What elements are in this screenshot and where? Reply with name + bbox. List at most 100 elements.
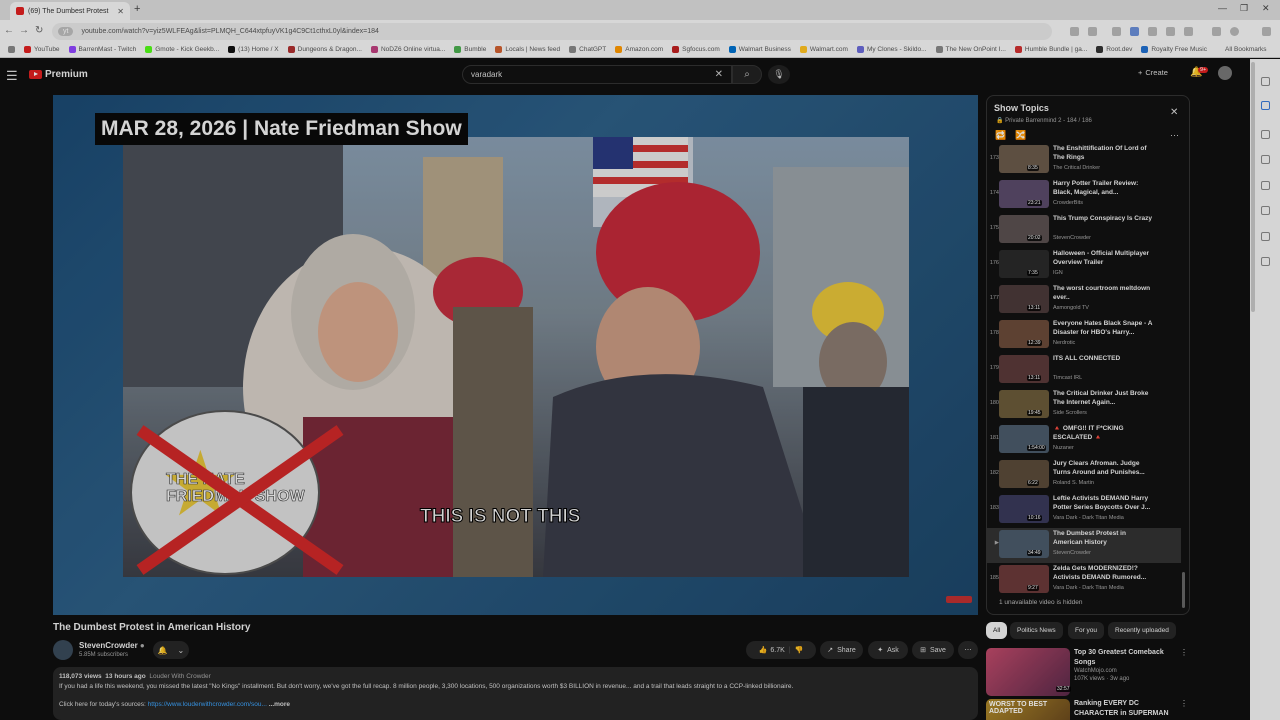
profile-icon[interactable] <box>1230 27 1239 36</box>
playlist-item[interactable]: 178 12:39 Everyone Hates Black Snape - A D… <box>987 318 1181 353</box>
recommended-title[interactable]: Ranking EVERY DC CHARACTER in SUPERMAN b… <box>1074 699 1182 720</box>
side-panel-icon[interactable] <box>1261 232 1270 241</box>
playlist-scrollbar[interactable] <box>1182 572 1185 608</box>
back-icon[interactable]: ← <box>4 25 14 36</box>
bookmark-item[interactable]: The New OnPoint I... <box>935 46 1006 53</box>
url-bar[interactable]: yt youtube.com/watch?v=yiz5WLFEAg&list=P… <box>52 23 1052 40</box>
side-panel-icon[interactable] <box>1261 181 1270 190</box>
playlist-item-title[interactable]: Halloween - Official Multiplayer Overvie… <box>1053 250 1157 268</box>
chip-all[interactable]: All <box>986 622 1008 639</box>
more-dots-icon[interactable]: ⋮ <box>1180 648 1188 657</box>
playlist-item-thumbnail[interactable] <box>999 145 1049 173</box>
playlist-item-title[interactable]: Zelda Gets MODERNIZED!? Activists DEMAND… <box>1053 565 1157 583</box>
bookmark-item[interactable]: Locals | News feed <box>495 46 560 53</box>
all-bookmarks-button[interactable]: All Bookmarks <box>1225 46 1267 53</box>
bookmark-item[interactable]: ChatGPT <box>569 46 606 53</box>
install-icon[interactable] <box>1070 27 1079 36</box>
playlist-item-thumbnail[interactable] <box>999 460 1049 488</box>
save-button[interactable]: ⊞ Save <box>912 641 954 659</box>
loop-icon[interactable]: 🔁 <box>995 130 1006 141</box>
recommended-video[interactable]: WORST TO BEST ADAPTED Ranking EVERY DC C… <box>986 699 1196 720</box>
bookmarks-apps-icon[interactable] <box>8 46 15 53</box>
side-panel-icon[interactable] <box>1261 130 1270 139</box>
subscribe-watermark-icon[interactable] <box>946 596 972 603</box>
playlist-item-title[interactable]: Harry Potter Trailer Review: Black, Magi… <box>1053 180 1157 198</box>
playlist-item[interactable]: 183 10:16 Leftie Activists DEMAND Harry Po… <box>987 493 1181 528</box>
sources-link[interactable]: https://www.louderwithcrowder.com/sou... <box>148 701 267 708</box>
playlist-item-title[interactable]: ITS ALL CONNECTED <box>1053 355 1157 364</box>
playlist-item-title[interactable]: 🔺 OMFG!! IT F*CKING ESCALATED 🔺 <box>1053 425 1157 443</box>
account-avatar[interactable] <box>1218 66 1232 80</box>
recommended-thumbnail[interactable]: WORST TO BEST ADAPTED <box>986 699 1070 720</box>
search-input[interactable]: varadark ✕ <box>462 65 732 84</box>
playlist-item-thumbnail[interactable] <box>999 285 1049 313</box>
extension-icon[interactable] <box>1112 27 1121 36</box>
playlist-more-icon[interactable]: ⋯ <box>1170 130 1179 141</box>
chip-politics-news[interactable]: Politics News <box>1010 622 1063 639</box>
side-panel-icon[interactable] <box>1261 206 1270 215</box>
bookmark-item[interactable]: YouTube <box>24 46 60 53</box>
playlist-title[interactable]: Show Topics <box>994 103 1049 113</box>
recommended-channel[interactable]: WatchMojo.com <box>1074 668 1117 674</box>
channel-name[interactable]: StevenCrowder ● <box>79 641 145 650</box>
chip-recently-uploaded[interactable]: Recently uploaded <box>1108 622 1176 639</box>
playlist-item[interactable]: 180 19:45 The Critical Drinker Just Broke … <box>987 388 1181 423</box>
playlist-item-title[interactable]: The Critical Drinker Just Broke The Inte… <box>1053 390 1157 408</box>
bookmark-item[interactable]: My Clones - Skildo... <box>856 46 927 53</box>
page-scrollbar[interactable] <box>1251 62 1255 312</box>
playlist-item-thumbnail[interactable] <box>999 250 1049 278</box>
playlist-item[interactable]: 176 7:35 Halloween - Official Multiplayer … <box>987 248 1181 283</box>
subscription-bell-button[interactable]: 🔔 ⌄ <box>153 641 189 659</box>
bookmark-item[interactable]: Gmote - Kick Geekb... <box>145 46 219 53</box>
bookmark-item[interactable]: (13) Home / X <box>228 46 279 53</box>
minimize-icon[interactable]: — <box>1218 3 1227 13</box>
playlist-item[interactable]: 182 6:22 Jury Clears Afroman. Judge Turns … <box>987 458 1181 493</box>
sidebar-toggle-icon[interactable] <box>1212 27 1221 36</box>
bookmark-item[interactable]: Walmart Business <box>728 46 791 53</box>
more-dots-icon[interactable]: ⋮ <box>1180 699 1188 708</box>
playlist-item-thumbnail[interactable] <box>999 355 1049 383</box>
clear-search-icon[interactable]: ✕ <box>715 69 723 80</box>
forward-icon[interactable]: → <box>19 25 29 36</box>
playlist-item-title[interactable]: The Dumbest Protest in American History <box>1053 530 1157 548</box>
new-tab-icon[interactable]: + <box>134 3 140 15</box>
bookmark-item[interactable]: Dungeons & Dragon... <box>287 46 362 53</box>
playlist-item-title[interactable]: Leftie Activists DEMAND Harry Potter Ser… <box>1053 495 1157 513</box>
playlist-item[interactable]: 179 13:11 ITS ALL CONNECTED Timcast IRL <box>987 353 1181 388</box>
playlist-item[interactable]: 173 8:35 The Enshittification Of Lord of T… <box>987 143 1181 178</box>
maximize-icon[interactable]: ❐ <box>1240 3 1248 14</box>
recommended-video[interactable]: 32:57 Top 30 Greatest Comeback Songs Wat… <box>986 648 1196 700</box>
playlist-item-title[interactable]: Everyone Hates Black Snape - A Disaster … <box>1053 320 1157 338</box>
bookmark-item[interactable]: NoDZ6 Online virtua... <box>370 46 445 53</box>
menu-icon[interactable] <box>1262 27 1271 36</box>
video-description[interactable]: 118,073 views 13 hours ago Louder With C… <box>53 667 978 720</box>
bookmark-item[interactable]: Bumble <box>454 46 486 53</box>
youtube-premium-logo[interactable]: Premium <box>29 69 88 80</box>
extension-icon[interactable] <box>1166 27 1175 36</box>
ask-button[interactable]: ✦ Ask <box>868 641 908 659</box>
hamburger-menu-icon[interactable]: ☰ <box>6 68 18 84</box>
bookmark-item[interactable]: Walmart.com <box>799 46 848 53</box>
bookmark-item[interactable]: Root.dev <box>1096 46 1132 53</box>
playlist-item-title[interactable]: This Trump Conspiracy Is Crazy <box>1053 215 1157 224</box>
side-panel-icon[interactable] <box>1261 155 1270 164</box>
extension-icon[interactable] <box>1148 27 1157 36</box>
share-button[interactable]: ↗ Share <box>820 641 863 659</box>
playlist-item-title[interactable]: Jury Clears Afroman. Judge Turns Around … <box>1053 460 1157 478</box>
playlist-item[interactable]: ▶ 34:49 The Dumbest Protest in American Hi… <box>987 528 1181 563</box>
bookmark-item[interactable]: Sgfocus.com <box>672 46 720 53</box>
close-playlist-icon[interactable]: ✕ <box>1170 107 1178 118</box>
playlist-item-title[interactable]: The Enshittification Of Lord of The Ring… <box>1053 145 1157 163</box>
side-panel-icon[interactable] <box>1261 101 1270 110</box>
search-button[interactable]: ⌕ <box>732 65 762 84</box>
extension-icon[interactable] <box>1184 27 1193 36</box>
side-panel-icon[interactable] <box>1261 77 1270 86</box>
voice-search-button[interactable]: 🎙 <box>768 65 790 84</box>
playlist-item[interactable]: 174 23:21 Harry Potter Trailer Review: Bla… <box>987 178 1181 213</box>
star-bookmark-icon[interactable] <box>1088 27 1097 36</box>
create-button[interactable]: + Create <box>1138 68 1168 77</box>
playlist-item[interactable]: 175 20:02 This Trump Conspiracy Is Crazy St… <box>987 213 1181 248</box>
playlist-item-title[interactable]: The worst courtroom meltdown ever.. <box>1053 285 1157 303</box>
bookmark-item[interactable]: BarrenMast - Twitch <box>68 46 136 53</box>
more-actions-button[interactable]: ⋯ <box>958 641 978 659</box>
